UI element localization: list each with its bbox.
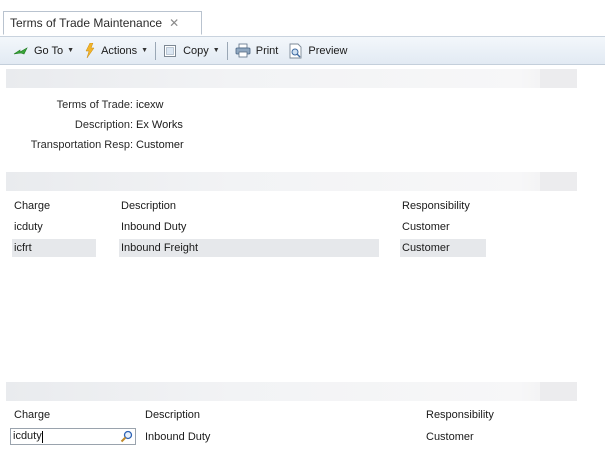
tab-strip: Terms of Trade Maintenance ✕: [0, 0, 605, 37]
print-icon: [235, 43, 251, 58]
copy-button[interactable]: Copy ▼: [160, 40, 223, 62]
copy-label: Copy: [183, 44, 209, 57]
section-bar-cap: [540, 382, 577, 401]
terms-of-trade-value: icexw: [136, 99, 164, 111]
app-frame: Terms of Trade Maintenance ✕ Go To ▼ Act…: [0, 0, 605, 462]
editor-header: Charge Description Responsibility: [0, 406, 600, 424]
chevron-down-icon: ▼: [67, 47, 75, 54]
actions-button[interactable]: Actions ▼: [81, 40, 151, 62]
preview-button[interactable]: Preview: [285, 40, 350, 62]
transportation-resp-value: Customer: [136, 139, 184, 151]
column-header-charge[interactable]: Charge: [12, 197, 96, 215]
transportation-resp-label: Transportation Resp:: [30, 139, 133, 151]
table-row[interactable]: icduty Inbound Duty Customer: [0, 218, 600, 236]
cell-responsibility[interactable]: Customer: [400, 218, 486, 236]
cell-charge[interactable]: icduty: [12, 218, 96, 236]
charges-section-bar: [6, 172, 577, 191]
editor-section-bar: [6, 382, 577, 401]
cell-charge[interactable]: icfrt: [12, 239, 96, 257]
actions-label: Actions: [101, 44, 138, 57]
description-label: Description:: [74, 119, 133, 131]
toolbar-separator: [155, 41, 157, 60]
tab-title: Terms of Trade Maintenance: [10, 16, 163, 30]
section-bar-cap: [540, 172, 577, 191]
chevron-down-icon: ▼: [141, 47, 149, 54]
table-row-selected[interactable]: icfrt Inbound Freight Customer: [0, 239, 600, 257]
copy-icon: [163, 43, 178, 58]
editor-description: Inbound Duty: [145, 431, 211, 443]
section-bar-cap: [540, 69, 577, 88]
toolbar: Go To ▼ Actions ▼ Copy ▼ Print Preview: [0, 37, 605, 65]
column-header-responsibility[interactable]: Responsibility: [400, 197, 486, 215]
editor-responsibility: Customer: [426, 431, 474, 443]
cell-responsibility[interactable]: Customer: [400, 239, 486, 257]
editor-header-responsibility: Responsibility: [426, 409, 494, 421]
editor-header-charge: Charge: [14, 409, 51, 421]
goto-button[interactable]: Go To ▼: [10, 40, 77, 62]
cell-description[interactable]: Inbound Freight: [119, 239, 379, 257]
editor-row: Inbound Duty Customer: [0, 428, 600, 446]
column-header-description[interactable]: Description: [119, 197, 379, 215]
description-row: Description: Ex Works: [0, 117, 400, 133]
print-label: Print: [255, 44, 279, 57]
terms-of-trade-label: Terms of Trade:: [56, 99, 133, 111]
close-icon[interactable]: ✕: [169, 17, 179, 29]
preview-icon: [288, 43, 303, 59]
preview-label: Preview: [308, 44, 348, 57]
description-value: Ex Works: [136, 119, 183, 131]
toolbar-separator: [226, 41, 228, 60]
actions-lightning-icon: [84, 43, 96, 58]
charges-grid-header: Charge Description Responsibility: [0, 197, 600, 215]
transportation-resp-row: Transportation Resp: Customer: [0, 137, 400, 153]
terms-of-trade-row: Terms of Trade: icexw: [0, 97, 400, 113]
tab-terms-of-trade-maintenance[interactable]: Terms of Trade Maintenance ✕: [3, 11, 202, 35]
editor-header-description: Description: [145, 409, 201, 421]
header-section-bar: [6, 69, 577, 88]
cell-description[interactable]: Inbound Duty: [119, 218, 379, 236]
goto-label: Go To: [34, 44, 64, 57]
goto-arrow-icon: [13, 45, 29, 57]
print-button[interactable]: Print: [232, 40, 282, 62]
chevron-down-icon: ▼: [212, 47, 220, 54]
